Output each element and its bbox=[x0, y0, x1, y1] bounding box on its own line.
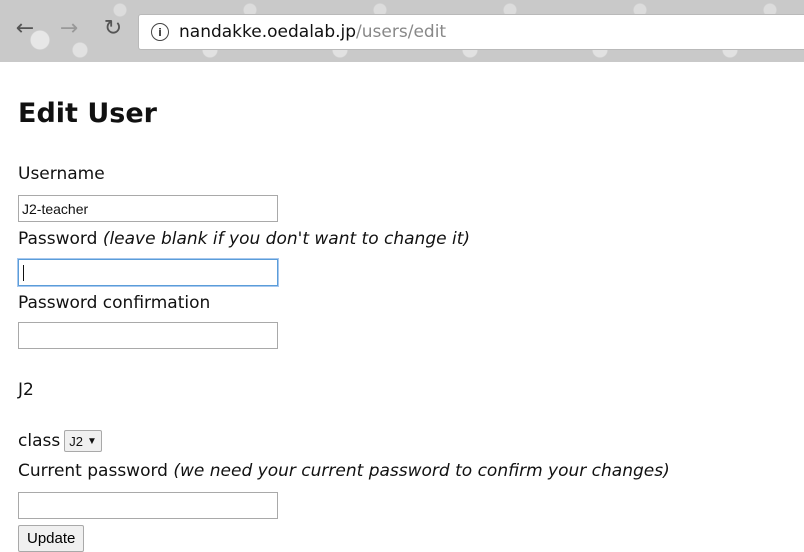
class-row: class J2 ▼ bbox=[18, 430, 102, 452]
address-bar[interactable]: i nandakke.oedalab.jp/users/edit bbox=[138, 14, 804, 50]
browser-toolbar: ← → ↻ i nandakke.oedalab.jp/users/edit bbox=[0, 0, 804, 62]
password-label-text: Password bbox=[18, 229, 98, 249]
class-label: class bbox=[18, 431, 61, 451]
page-title: Edit User bbox=[18, 98, 157, 129]
password-hint: (leave blank if you don't want to change… bbox=[102, 229, 471, 249]
group-text: J2 bbox=[18, 380, 34, 400]
class-select[interactable]: J2 ▼ bbox=[64, 430, 102, 452]
url-host: nandakke.oedalab.jp bbox=[179, 22, 357, 42]
current-password-label-text: Current password bbox=[18, 461, 168, 481]
password-confirmation-label: Password confirmation bbox=[18, 293, 211, 313]
current-password-input[interactable] bbox=[18, 492, 278, 519]
back-arrow-icon[interactable]: ← bbox=[10, 13, 40, 43]
current-password-hint: (we need your current password to confir… bbox=[173, 461, 670, 481]
forward-arrow-icon[interactable]: → bbox=[54, 13, 84, 43]
info-icon[interactable]: i bbox=[151, 23, 169, 41]
password-confirmation-input[interactable] bbox=[18, 322, 278, 349]
url-path: /users/edit bbox=[356, 22, 447, 42]
reload-icon[interactable]: ↻ bbox=[98, 13, 128, 43]
username-input[interactable] bbox=[18, 195, 278, 222]
current-password-label: Current password (we need your current p… bbox=[18, 461, 670, 481]
password-input[interactable] bbox=[18, 259, 278, 286]
update-button[interactable]: Update bbox=[18, 525, 85, 552]
chevron-down-icon: ▼ bbox=[86, 435, 97, 447]
class-select-value: J2 bbox=[69, 433, 83, 449]
password-label: Password (leave blank if you don't want … bbox=[18, 229, 470, 249]
username-label: Username bbox=[18, 164, 105, 184]
text-caret bbox=[23, 265, 24, 281]
